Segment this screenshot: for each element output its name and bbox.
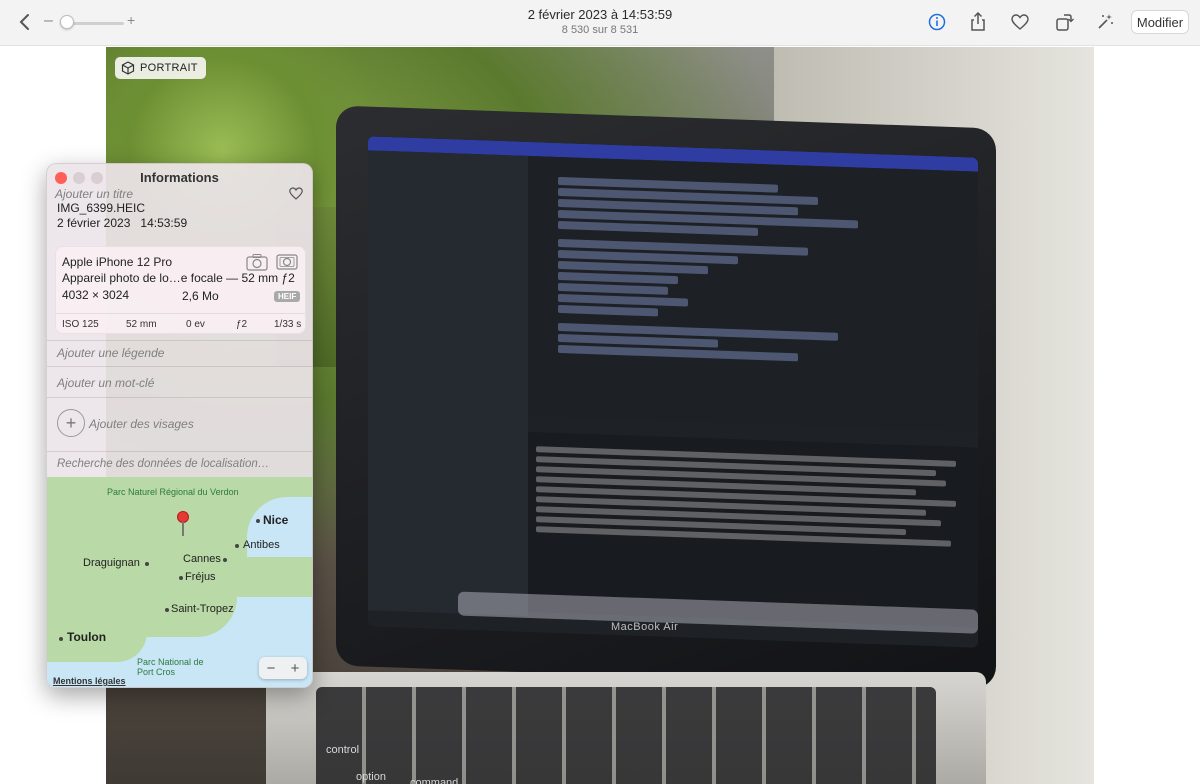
exif-shutter: 1/33 s — [274, 319, 302, 330]
map-label-toulon: Toulon — [67, 630, 107, 644]
plus-icon: + — [65, 412, 77, 433]
map-zoom-control: − + — [259, 657, 307, 679]
add-faces-label[interactable]: Ajouter des visages — [89, 417, 194, 431]
info-panel: Informations Ajouter un titre IMG_6399.H… — [46, 163, 313, 688]
lens-info: Appareil photo de lo…e focale — 52 mm ƒ2 — [62, 271, 295, 285]
caption-input[interactable]: Ajouter une légende — [57, 346, 164, 360]
keyword-input[interactable]: Ajouter un mot-clé — [57, 376, 154, 390]
exif-ev: 0 ev — [186, 319, 205, 330]
device-card: Apple iPhone 12 Pro Appareil photo de lo… — [55, 246, 306, 334]
laptop-brand: MacBook Air — [611, 621, 679, 633]
exif-focal: 52 mm — [126, 319, 157, 330]
key-option: option — [356, 771, 386, 783]
laptop-screen — [368, 136, 978, 648]
favorite-button[interactable] — [1008, 10, 1032, 34]
info-icon — [928, 13, 946, 31]
location-map[interactable]: Parc Naturel Régional du Verdon Nice Ant… — [47, 477, 312, 687]
map-label-nice: Nice — [263, 513, 289, 527]
map-label-frejus: Fréjus — [185, 571, 216, 583]
map-label-cannes: Cannes — [183, 553, 221, 565]
heart-icon — [1011, 14, 1029, 30]
zoom-slider-knob[interactable] — [60, 15, 74, 29]
edit-button[interactable]: Modifier — [1131, 10, 1189, 34]
depth-camera-icon — [276, 253, 298, 271]
toolbar: – + 2 février 2023 à 14:53:59 8 530 sur … — [0, 0, 1200, 46]
laptop-keyboard — [316, 687, 936, 784]
back-button[interactable] — [16, 11, 36, 33]
rotate-icon — [1056, 14, 1074, 31]
location-pin-stem — [182, 522, 184, 536]
map-label-antibes: Antibes — [243, 539, 280, 551]
divider — [47, 397, 312, 398]
divider — [47, 340, 312, 341]
map-label-saint-tropez: Saint-Tropez — [171, 603, 234, 615]
screen-explorer — [368, 150, 528, 616]
device-name: Apple iPhone 12 Pro — [62, 255, 173, 269]
rotate-button[interactable] — [1052, 10, 1076, 34]
divider — [47, 366, 312, 367]
screen-editor — [528, 155, 978, 432]
key-command: command — [410, 777, 459, 784]
photo-date-title: 2 février 2023 à 14:53:59 — [527, 7, 673, 22]
heart-icon — [289, 187, 303, 200]
map-label-verdon: Parc Naturel Régional du Verdon — [107, 487, 239, 497]
key-control: control — [326, 744, 360, 756]
exif-row: ISO 125 52 mm 0 ev ƒ2 1/33 s — [56, 313, 305, 335]
map-zoom-out-button[interactable]: − — [259, 657, 283, 679]
exif-iso: ISO 125 — [62, 319, 99, 330]
share-icon — [971, 12, 985, 31]
format-badge: HEIF — [274, 291, 301, 302]
cube-icon — [121, 61, 135, 75]
file-name: IMG_6399.HEIC — [57, 201, 146, 215]
portrait-badge-label: PORTRAIT — [140, 62, 198, 74]
add-faces-button[interactable]: + — [57, 409, 85, 437]
zoom-out-button[interactable]: – — [44, 12, 53, 30]
location-search-status: Recherche des données de localisation… — [57, 458, 270, 470]
auto-enhance-button[interactable] — [1093, 10, 1117, 34]
map-zoom-in-button[interactable]: + — [283, 657, 307, 679]
file-datetime: 2 février 2023 14:53:59 — [57, 216, 187, 230]
info-button[interactable] — [925, 10, 949, 34]
file-time: 14:53:59 — [140, 216, 188, 230]
legal-notice-link[interactable]: Mentions légales — [53, 676, 126, 686]
chevron-left-icon — [19, 14, 29, 30]
portrait-badge[interactable]: PORTRAIT — [115, 57, 206, 79]
photo-count: 8 530 sur 8 531 — [561, 24, 639, 36]
map-label-port-cros: Parc National de Port Cros — [137, 657, 204, 677]
file-date: 2 février 2023 — [57, 216, 131, 230]
exif-aperture: ƒ2 — [236, 319, 248, 330]
resolution: 4032 × 3024 — [62, 288, 130, 302]
zoom-in-button[interactable]: + — [127, 12, 135, 28]
info-panel-title: Informations — [140, 170, 219, 185]
file-size: 2,6 Mo — [182, 289, 219, 303]
title-input[interactable]: Ajouter un titre — [55, 187, 133, 201]
divider — [47, 451, 312, 452]
portrait-mode-icon — [246, 253, 268, 271]
favorite-toggle[interactable] — [289, 187, 305, 203]
map-label-draguignan: Draguignan — [83, 557, 140, 569]
share-button[interactable] — [966, 10, 990, 34]
magic-wand-icon — [1098, 14, 1113, 29]
